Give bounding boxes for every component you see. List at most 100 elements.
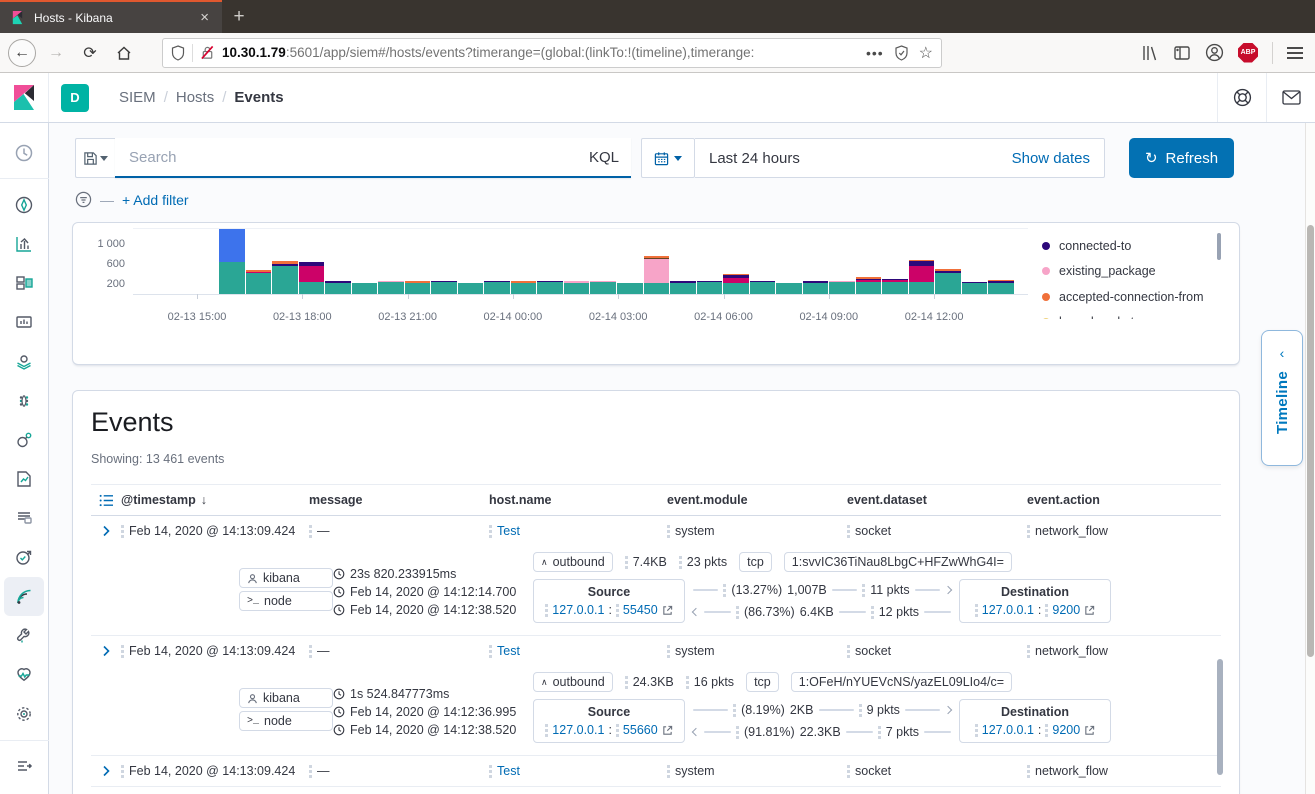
sidebar-item-uptime[interactable] — [4, 538, 44, 577]
out-packets[interactable]: 11 pkts — [870, 583, 909, 597]
in-packets[interactable]: 7 pkts — [886, 725, 919, 739]
cell-dataset[interactable]: socket — [855, 524, 891, 538]
show-dates-button[interactable]: Show dates — [1012, 150, 1090, 167]
cell-timestamp[interactable]: Feb 14, 2020 @ 14:13:09.424 — [129, 644, 295, 658]
histogram-bar[interactable] — [696, 280, 723, 294]
histogram-bar[interactable] — [776, 282, 802, 294]
user-badge[interactable]: kibana — [239, 568, 333, 588]
in-bytes[interactable]: 22.3KB — [800, 725, 841, 739]
source-ip-link[interactable]: 127.0.0.1 — [552, 603, 604, 617]
histogram-bar[interactable] — [855, 277, 882, 294]
protocol-badge[interactable]: tcp — [739, 552, 772, 572]
protocol-badge[interactable]: tcp — [746, 672, 779, 692]
out-packets[interactable]: 9 pkts — [867, 703, 900, 717]
process-badge[interactable]: >_ node — [239, 711, 333, 731]
column-header-event-module[interactable]: event.module — [667, 493, 847, 507]
tracking-shield-icon[interactable] — [171, 44, 185, 61]
date-range-picker[interactable]: Last 24 hours Show dates — [695, 138, 1105, 178]
browser-tab[interactable]: Hosts - Kibana × — [0, 0, 222, 33]
legend-item[interactable]: bound-socket — [1042, 310, 1204, 319]
home-button[interactable] — [110, 39, 138, 67]
histogram-bar[interactable] — [882, 278, 908, 294]
cell-action[interactable]: network_flow — [1035, 524, 1108, 538]
sidebar-item-machine-learning[interactable] — [4, 381, 44, 420]
account-icon[interactable] — [1205, 43, 1224, 62]
breadcrumb-hosts[interactable]: Hosts — [176, 89, 214, 106]
sidebars-icon[interactable] — [1173, 44, 1191, 62]
menu-icon[interactable] — [1287, 46, 1303, 59]
destination-port-link[interactable]: 9200 — [1052, 723, 1080, 737]
process-badge[interactable]: >_ node — [239, 591, 333, 611]
filter-icon[interactable] — [75, 191, 92, 208]
sidebar-item-dashboard[interactable] — [4, 264, 44, 303]
flow-duration[interactable]: 1s 524.847773ms — [350, 687, 449, 701]
kql-language-button[interactable]: KQL — [581, 149, 619, 166]
column-header-timestamp[interactable]: @timestamp ↓ — [121, 493, 309, 507]
cell-dataset[interactable]: socket — [855, 764, 891, 778]
out-bytes[interactable]: 1,007B — [787, 583, 827, 597]
table-scrollbar[interactable] — [1217, 659, 1223, 775]
page-actions-icon[interactable]: ••• — [866, 45, 884, 61]
histogram-bar[interactable] — [988, 279, 1014, 294]
newsfeed-button[interactable] — [1266, 73, 1315, 122]
forward-button[interactable]: → — [42, 39, 70, 67]
histogram-bar[interactable] — [457, 282, 484, 294]
refresh-button[interactable]: ↻ Refresh — [1129, 138, 1234, 178]
histogram-bar[interactable] — [590, 280, 616, 294]
cell-dataset[interactable]: socket — [855, 644, 891, 658]
sidebar-item-monitoring[interactable] — [4, 655, 44, 694]
permissions-shield-icon[interactable] — [894, 44, 909, 61]
insecure-lock-icon[interactable] — [200, 45, 215, 60]
sidebar-item-metrics[interactable] — [4, 459, 44, 498]
histogram-bar[interactable] — [298, 262, 325, 294]
histogram-bar[interactable] — [670, 281, 696, 294]
row-expand-button[interactable] — [91, 765, 121, 777]
search-bar[interactable]: KQL — [115, 138, 631, 178]
external-link-icon[interactable] — [1084, 725, 1095, 736]
sidebar-item-dev-tools[interactable] — [4, 616, 44, 655]
cell-host-link[interactable]: Test — [497, 644, 520, 658]
time-range-value[interactable]: Last 24 hours — [709, 150, 800, 167]
cell-host-link[interactable]: Test — [497, 764, 520, 778]
cell-host-link[interactable]: Test — [497, 524, 520, 538]
community-id-badge[interactable]: 1:OFeH/nYUEVcNS/yazEL09LIo4/c= — [790, 672, 1013, 692]
source-ip-link[interactable]: 127.0.0.1 — [552, 723, 604, 737]
cell-timestamp[interactable]: Feb 14, 2020 @ 14:13:09.424 — [129, 524, 295, 538]
histogram-bar[interactable] — [935, 269, 961, 294]
column-header-event-action[interactable]: event.action — [1027, 493, 1221, 507]
row-expand-button[interactable] — [91, 645, 121, 657]
legend-scrollbar[interactable] — [1217, 233, 1221, 260]
back-button[interactable]: ← — [8, 38, 36, 67]
adblock-plus-icon[interactable]: ABP — [1238, 42, 1258, 63]
cell-action[interactable]: network_flow — [1035, 764, 1108, 778]
histogram-bar[interactable] — [431, 280, 457, 294]
direction-badge[interactable]: ∧ outbound — [533, 552, 613, 572]
cell-module[interactable]: system — [675, 764, 715, 778]
source-port-link[interactable]: 55660 — [623, 723, 658, 737]
url-text[interactable]: 10.30.1.79:5601/app/siem#/hosts/events?t… — [222, 45, 859, 60]
direction-badge[interactable]: ∧ outbound — [533, 672, 613, 692]
sidebar-item-visualize[interactable] — [4, 224, 44, 263]
column-header-message[interactable]: message — [309, 493, 489, 507]
column-header-event-dataset[interactable]: event.dataset — [847, 493, 1027, 507]
new-tab-button[interactable]: + — [222, 0, 256, 33]
out-bytes[interactable]: 2KB — [790, 703, 814, 717]
histogram-bar[interactable] — [537, 280, 563, 294]
histogram-bar[interactable] — [404, 281, 431, 294]
histogram-bar[interactable] — [484, 280, 510, 294]
histogram-bar[interactable] — [749, 280, 776, 294]
sidebar-collapse-button[interactable] — [4, 747, 44, 786]
flow-bytes[interactable]: 24.3KB — [633, 675, 674, 689]
histogram-bar[interactable] — [325, 281, 351, 294]
cell-action[interactable]: network_flow — [1035, 644, 1108, 658]
sidebar-item-maps[interactable] — [4, 342, 44, 381]
external-link-icon[interactable] — [662, 605, 673, 616]
sidebar-item-logs[interactable] — [4, 499, 44, 538]
space-avatar[interactable]: D — [61, 83, 89, 112]
flow-end-time[interactable]: Feb 14, 2020 @ 14:12:38.520 — [350, 603, 516, 617]
tab-close-icon[interactable]: × — [197, 9, 212, 26]
histogram-bar[interactable] — [563, 281, 590, 294]
histogram-bar[interactable] — [616, 282, 643, 294]
histogram-bar[interactable] — [378, 280, 404, 294]
flow-packets[interactable]: 23 pkts — [687, 555, 727, 569]
